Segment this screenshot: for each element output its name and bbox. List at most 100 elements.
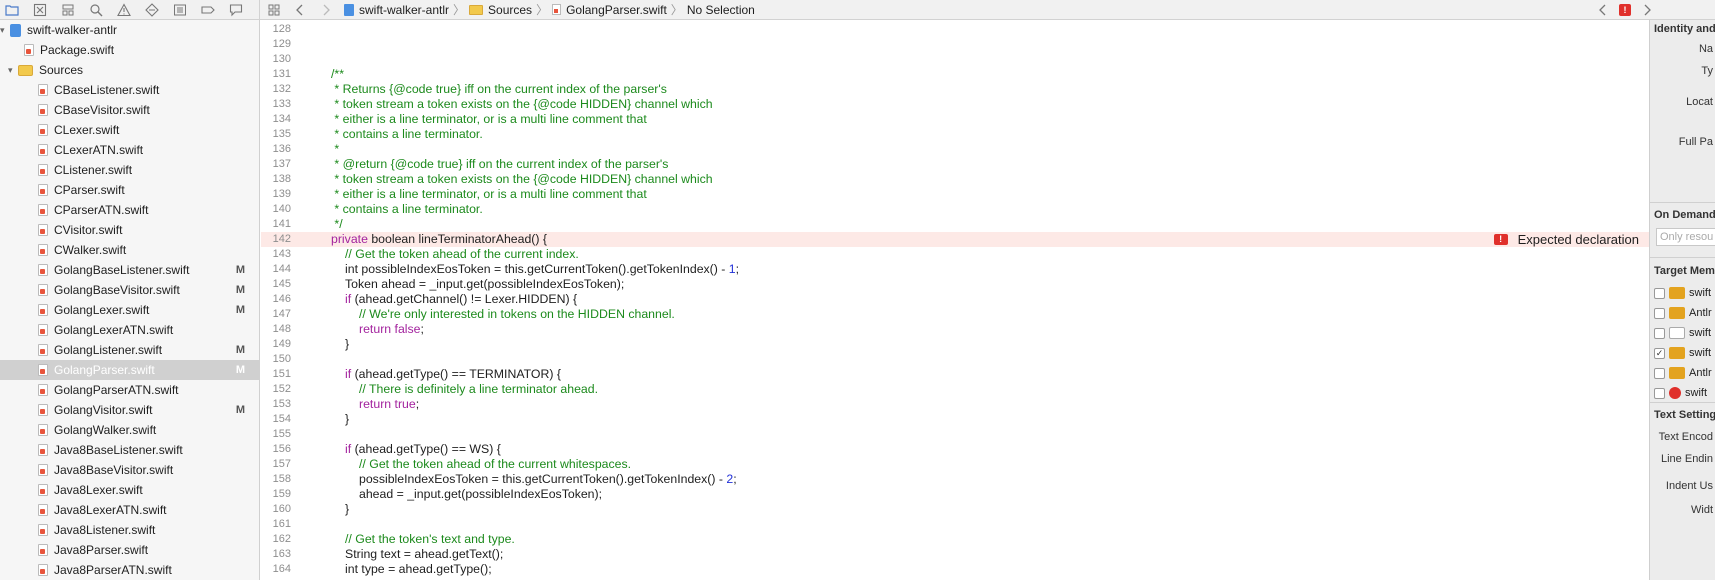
file-row[interactable]: Java8LexerATN.swift (0, 500, 259, 520)
type-label: Ty (1701, 65, 1713, 77)
breadcrumb-symbol[interactable]: No Selection (687, 3, 755, 17)
code-token: } (345, 502, 350, 516)
code-text: // There is definitely a line terminator… (359, 382, 598, 397)
forward-chevron-icon[interactable] (318, 2, 334, 18)
code-text: } (345, 412, 349, 427)
swift-file-icon (38, 364, 48, 376)
on-demand-tags-field[interactable]: Only resou (1656, 228, 1715, 246)
file-row[interactable]: Java8ParserATN.swift (0, 560, 259, 580)
line-number: 139 (272, 188, 291, 200)
disclosure-open-icon[interactable]: ▾ (8, 65, 18, 76)
folder-row[interactable]: ▾ Sources (0, 60, 259, 80)
target-membership-row[interactable]: Antlr (1654, 365, 1712, 381)
code-line: 130 (261, 52, 1649, 67)
file-row[interactable]: Java8Parser.swift (0, 540, 259, 560)
line-number: 162 (272, 533, 291, 545)
back-chevron-icon[interactable] (292, 2, 308, 18)
source-editor[interactable]: 128 129 130 131/** 132 * Returns {@code true… (261, 20, 1649, 580)
target-checkbox[interactable] (1654, 327, 1665, 339)
target-checkbox[interactable] (1654, 287, 1665, 299)
line-number: 145 (272, 278, 291, 290)
target-membership-row[interactable]: ✓ swift (1654, 345, 1711, 361)
file-row[interactable]: GolangLexer.swift M (0, 300, 259, 320)
file-row[interactable]: GolangBaseVisitor.swift M (0, 280, 259, 300)
warning-icon[interactable] (116, 2, 132, 18)
swift-file-icon (38, 184, 48, 196)
file-row[interactable]: Java8BaseVisitor.swift (0, 460, 259, 480)
file-row[interactable]: GolangParserATN.swift (0, 380, 259, 400)
code-line: 147 // We're only interested in tokens on… (261, 307, 1649, 322)
line-number: 161 (272, 518, 291, 530)
file-name: Java8BaseVisitor.swift (54, 463, 174, 477)
target-membership-row[interactable]: swift (1654, 325, 1711, 341)
target-icon (1669, 387, 1681, 399)
swift-file-icon (38, 564, 48, 576)
file-row[interactable]: CVisitor.swift (0, 220, 259, 240)
tag-icon[interactable] (200, 2, 216, 18)
file-row[interactable]: GolangListener.swift M (0, 340, 259, 360)
file-name: Java8Listener.swift (54, 523, 156, 537)
target-checkbox[interactable] (1654, 307, 1665, 319)
target-membership-row[interactable]: swift (1654, 285, 1711, 301)
target-name: swift (1689, 327, 1711, 339)
file-row[interactable]: Java8Lexer.swift (0, 480, 259, 500)
code-line: 156 if (ahead.getType() == WS) { (261, 442, 1649, 457)
search-icon[interactable] (88, 2, 104, 18)
code-token: ; (415, 397, 420, 411)
file-row[interactable]: CParser.swift (0, 180, 259, 200)
line-number: 149 (272, 338, 291, 350)
target-membership-row[interactable]: Antlr (1654, 305, 1712, 321)
disclosure-open-icon[interactable]: ▾ (0, 25, 10, 36)
code-line: 153 return true; (261, 397, 1649, 412)
target-checkbox[interactable] (1654, 387, 1665, 399)
file-row[interactable]: GolangWalker.swift (0, 420, 259, 440)
file-row[interactable]: Java8BaseListener.swift (0, 440, 259, 460)
code-text: if (ahead.getType() == TERMINATOR) { (345, 367, 561, 382)
target-checkbox[interactable]: ✓ (1654, 347, 1665, 359)
file-row[interactable]: Package.swift (0, 40, 259, 60)
divider (1650, 402, 1715, 403)
file-row[interactable]: GolangBaseListener.swift M (0, 260, 259, 280)
file-row[interactable]: Java8Listener.swift (0, 520, 259, 540)
text-settings-heading: Text Setting (1654, 409, 1715, 421)
code-token: ahead = _input.get(possibleIndexEosToken… (359, 487, 603, 501)
comment-icon[interactable] (228, 2, 244, 18)
breadcrumb-file[interactable]: GolangParser.swift (552, 3, 667, 17)
code-text: // Get the token ahead of the current in… (345, 247, 579, 262)
error-icon: ! (1493, 234, 1508, 245)
file-name: CLexerATN.swift (54, 143, 144, 157)
error-badge-icon[interactable]: ! (1619, 4, 1631, 16)
code-text: * contains a line terminator. (331, 127, 482, 142)
line-number: 130 (272, 53, 291, 65)
file-row[interactable]: CBaseListener.swift (0, 80, 259, 100)
previous-issue-icon[interactable] (1595, 2, 1611, 18)
target-checkbox[interactable] (1654, 367, 1665, 379)
hierarchy-icon[interactable] (60, 2, 76, 18)
close-square-icon[interactable] (32, 2, 48, 18)
location-label: Locat (1686, 96, 1713, 108)
code-text: * Returns {@code true} iff on the curren… (331, 82, 666, 97)
breadcrumb-project[interactable]: swift-walker-antlr (344, 3, 449, 17)
inline-error-annotation[interactable]: ! Expected declaration (1493, 232, 1639, 247)
project-root-row[interactable]: ▾ swift-walker-antlr (0, 20, 259, 40)
list-icon[interactable] (172, 2, 188, 18)
file-row[interactable]: CLexer.swift (0, 120, 259, 140)
file-inspector: Identity and Na Ty Locat Full Pa On Dema… (1649, 20, 1715, 580)
file-row[interactable]: CBaseVisitor.swift (0, 100, 259, 120)
code-token: * token stream a token exists on the {@c… (331, 97, 713, 111)
related-items-icon[interactable] (266, 2, 282, 18)
file-row[interactable]: GolangVisitor.swift M (0, 400, 259, 420)
target-membership-row[interactable]: swift (1654, 385, 1707, 401)
widths-label: Widt (1691, 504, 1713, 516)
diamond-icon[interactable] (144, 2, 160, 18)
file-name: GolangBaseVisitor.swift (54, 283, 180, 297)
file-row[interactable]: GolangParser.swift M (0, 360, 259, 380)
file-row[interactable]: CListener.swift (0, 160, 259, 180)
file-row[interactable]: CWalker.swift (0, 240, 259, 260)
file-row[interactable]: CParserATN.swift (0, 200, 259, 220)
file-row[interactable]: CLexerATN.swift (0, 140, 259, 160)
next-issue-icon[interactable] (1639, 2, 1655, 18)
breadcrumb-folder[interactable]: Sources (469, 3, 532, 17)
folder-icon[interactable] (4, 2, 20, 18)
file-row[interactable]: GolangLexerATN.swift (0, 320, 259, 340)
